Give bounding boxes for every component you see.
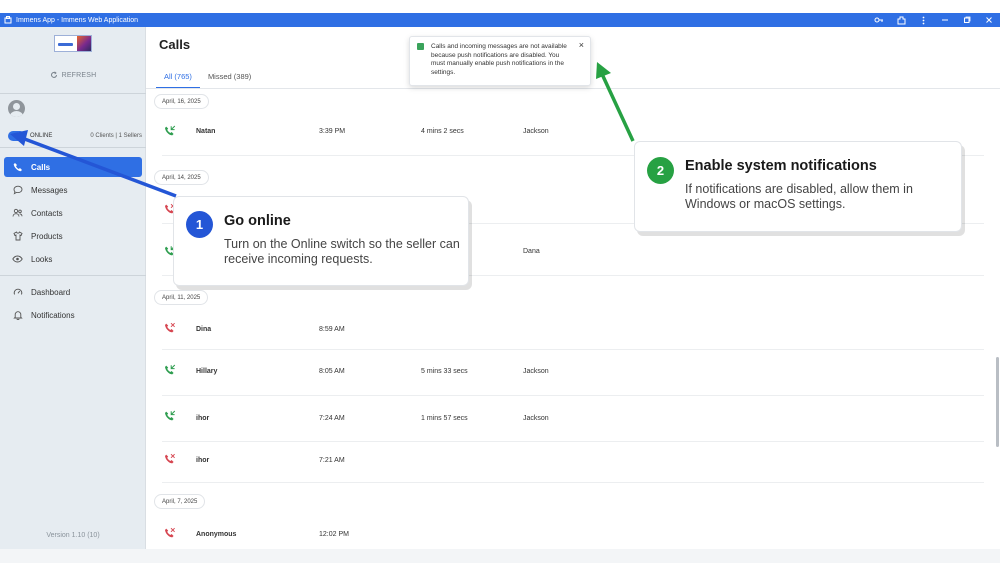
toast-message: Calls and incoming messages are not avai… (431, 43, 567, 76)
status-counts: 0 Clients | 1 Sellers (90, 133, 142, 139)
toast-close-button[interactable]: × (579, 40, 584, 50)
app-version: Version 1.10 (10) (46, 532, 100, 539)
window-title: Immens App - Immens Web Application (16, 16, 139, 24)
restore-icon[interactable] (956, 13, 978, 27)
call-duration: 5 mins 33 secs (421, 368, 468, 375)
status-label: ONLINE (30, 133, 53, 139)
page-title: Calls (159, 37, 191, 52)
bell-icon (12, 310, 23, 321)
refresh-label: REFRESH (61, 72, 97, 79)
refresh-button[interactable]: REFRESH (0, 71, 146, 79)
more-icon[interactable] (912, 13, 934, 27)
table-row-divider (162, 482, 984, 483)
call-duration: 4 mins 2 secs (421, 128, 464, 135)
extension-icon[interactable] (890, 13, 912, 27)
incoming-call-icon (165, 364, 176, 375)
close-icon[interactable] (978, 13, 1000, 27)
sidebar-item-label: Products (31, 231, 63, 241)
step-number-1: 1 (186, 211, 213, 238)
phone-icon (12, 162, 23, 173)
tab-missed[interactable]: Missed (389) (200, 67, 259, 89)
call-duration: 1 mins 57 secs (421, 415, 468, 422)
bottom-strip (0, 549, 1000, 563)
call-time: 8:05 AM (319, 368, 345, 375)
sidebar-item-products[interactable]: Products (4, 226, 142, 246)
online-toggle[interactable] (8, 131, 25, 141)
screen: Immens App - Immens Web Application REFR… (0, 0, 1000, 563)
call-time: 3:39 PM (319, 128, 346, 135)
sidebar-divider (0, 275, 146, 276)
notification-toast: Calls and incoming messages are not avai… (409, 36, 591, 86)
caller-name: Natan (196, 128, 216, 135)
caller-name: Hillary (196, 368, 218, 375)
callout-enable-notifications: 2 Enable system notifications If notific… (634, 141, 962, 232)
sidebar-item-notifications[interactable]: Notifications (4, 305, 142, 325)
sidebar: REFRESH ONLINE 0 Clients | 1 Sellers Cal… (0, 27, 146, 549)
sidebar-item-label: Calls (31, 162, 51, 172)
table-row-divider (162, 395, 984, 396)
sidebar-item-label: Dashboard (31, 287, 71, 297)
missed-call-icon (165, 527, 175, 538)
date-chip: April, 14, 2025 (154, 170, 209, 185)
sidebar-item-messages[interactable]: Messages (4, 180, 142, 200)
call-time: 12:02 PM (319, 531, 349, 538)
sidebar-item-label: Notifications (31, 310, 75, 320)
incoming-call-icon (165, 125, 176, 136)
call-agent: Jackson (523, 415, 549, 422)
shirt-icon (12, 231, 23, 242)
calls-panel: Calls All (765) Missed (389) April, 16, … (146, 27, 1000, 549)
window-titlebar: Immens App - Immens Web Application (0, 13, 1000, 27)
call-agent: Dana (523, 248, 540, 255)
key-icon[interactable] (868, 13, 890, 27)
callout-text: If notifications are disabled, allow the… (685, 182, 913, 211)
avatar[interactable] (8, 100, 25, 117)
refresh-icon (50, 71, 57, 78)
callout-text: Turn on the Online switch so the seller … (224, 237, 460, 266)
online-status-row: ONLINE 0 Clients | 1 Sellers (8, 130, 142, 142)
sidebar-item-label: Contacts (31, 208, 63, 218)
date-chip: April, 7, 2025 (154, 494, 206, 509)
tab-all[interactable]: All (765) (156, 67, 200, 89)
callout-title: Go online (224, 213, 291, 229)
sidebar-item-contacts[interactable]: Contacts (4, 203, 142, 223)
date-chip: April, 11, 2025 (154, 290, 209, 305)
chat-icon (12, 185, 23, 196)
eye-icon (12, 254, 23, 265)
missed-call-icon (165, 322, 175, 333)
scrollbar-thumb[interactable] (996, 357, 999, 447)
sidebar-item-looks[interactable]: Looks (4, 249, 142, 269)
top-strip (0, 0, 1000, 13)
call-time: 7:21 AM (319, 457, 345, 464)
call-time: 8:59 AM (319, 326, 345, 333)
check-icon (417, 43, 424, 50)
table-row-divider (162, 441, 984, 442)
gauge-icon (12, 287, 23, 298)
caller-name: Anonymous (196, 531, 237, 538)
incoming-call-icon (165, 410, 176, 421)
minimize-icon[interactable] (934, 13, 956, 27)
call-agent: Jackson (523, 128, 549, 135)
caller-name: Dina (196, 326, 212, 333)
sidebar-item-label: Messages (31, 185, 68, 195)
brand-logo (54, 35, 92, 52)
calls-tabs: All (765) Missed (389) (156, 67, 259, 89)
caller-name: ihor (196, 457, 210, 464)
call-time: 7:24 AM (319, 415, 345, 422)
app-icon (4, 16, 12, 24)
caller-name: ihor (196, 415, 210, 422)
step-number-2: 2 (647, 157, 674, 184)
sidebar-item-dashboard[interactable]: Dashboard (4, 282, 142, 302)
sidebar-divider (0, 147, 146, 148)
date-chip: April, 16, 2025 (154, 94, 209, 109)
callout-title: Enable system notifications (685, 158, 877, 174)
missed-call-icon (165, 453, 175, 464)
sidebar-divider (0, 93, 146, 94)
contacts-icon (12, 208, 23, 219)
table-row-divider (162, 349, 984, 350)
sidebar-item-calls[interactable]: Calls (4, 157, 142, 177)
sidebar-item-label: Looks (31, 254, 53, 264)
callout-go-online: 1 Go online Turn on the Online switch so… (173, 196, 469, 286)
call-agent: Jackson (523, 368, 549, 375)
tabs-divider (146, 88, 1000, 89)
